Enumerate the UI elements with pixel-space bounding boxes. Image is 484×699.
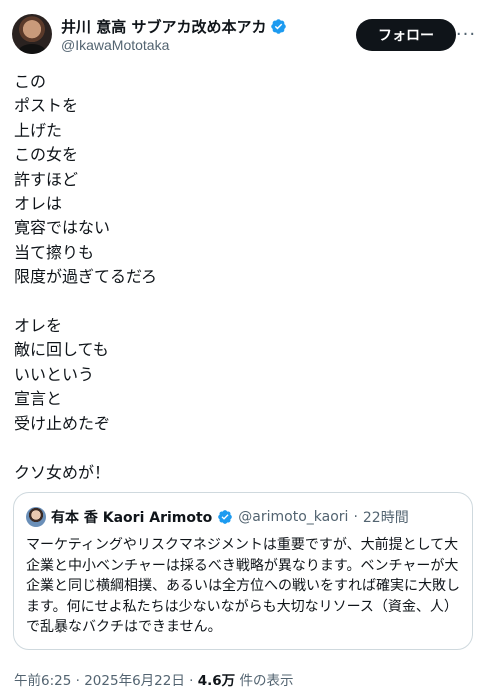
quoted-author-name[interactable]: 有本 香 Kaori Arimoto bbox=[51, 507, 212, 527]
meta-separator: · bbox=[75, 673, 80, 689]
more-options-icon[interactable]: ··· bbox=[454, 22, 478, 46]
follow-button[interactable]: フォロー bbox=[356, 19, 456, 51]
author-avatar[interactable] bbox=[12, 14, 52, 54]
tweet-meta: 午前6:25 · 2025年6月22日 · 4.6万 件の表示 bbox=[14, 669, 293, 689]
verified-badge-icon bbox=[271, 19, 287, 34]
tweet-text: この ポストを 上げた この女を 許すほど オレは 寛容ではない 当て擦りも 限… bbox=[14, 72, 158, 482]
quoted-tweet-text: マーケティングやリスクマネジメントは重要ですが、大前提として大企業と中小ベンチャ… bbox=[26, 537, 460, 635]
quoted-separator: · bbox=[353, 509, 358, 525]
tweet-header: 井川 意高 サブアカ改め本アカ @IkawaMototaka フォロー ··· bbox=[12, 14, 475, 58]
quoted-time[interactable]: 22時間 bbox=[363, 507, 409, 527]
verified-badge-icon bbox=[218, 510, 233, 524]
author-handle[interactable]: @IkawaMototaka bbox=[61, 37, 169, 53]
author-display-name[interactable]: 井川 意高 サブアカ改め本アカ bbox=[61, 16, 266, 37]
author-name-row[interactable]: 井川 意高 サブアカ改め本アカ bbox=[61, 16, 287, 37]
meta-separator: · bbox=[189, 673, 194, 689]
quoted-tweet[interactable]: 有本 香 Kaori Arimoto @arimoto_kaori · 22時間… bbox=[13, 492, 473, 650]
quoted-author-handle[interactable]: @arimoto_kaori bbox=[238, 509, 348, 525]
post-date[interactable]: 2025年6月22日 bbox=[84, 673, 185, 689]
post-time[interactable]: 午前6:25 bbox=[14, 673, 71, 689]
view-count: 4.6万 bbox=[197, 673, 236, 689]
quoted-tweet-header: 有本 香 Kaori Arimoto @arimoto_kaori · 22時間 bbox=[26, 507, 409, 527]
avatar-shirt bbox=[18, 44, 46, 54]
view-count-label: 件の表示 bbox=[239, 673, 294, 689]
quoted-author-avatar[interactable] bbox=[26, 507, 46, 527]
